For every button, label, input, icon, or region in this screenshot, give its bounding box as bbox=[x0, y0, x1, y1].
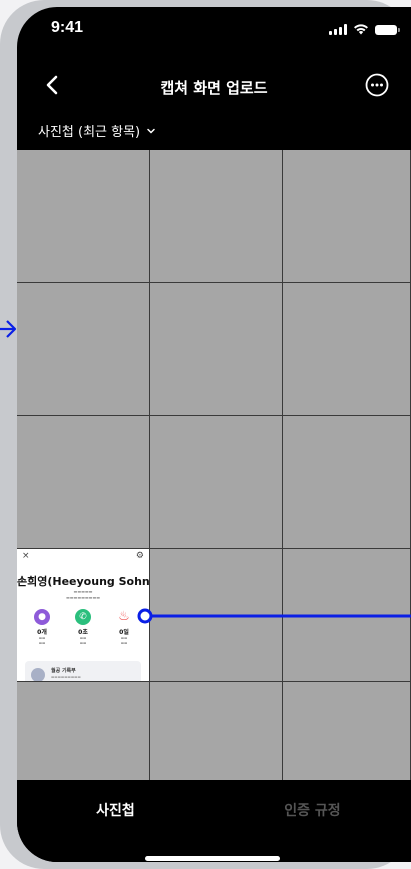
annotation-arrow-icon bbox=[0, 320, 17, 338]
annotation-overlay bbox=[0, 320, 411, 624]
annotation-pointer-line bbox=[137, 608, 411, 624]
